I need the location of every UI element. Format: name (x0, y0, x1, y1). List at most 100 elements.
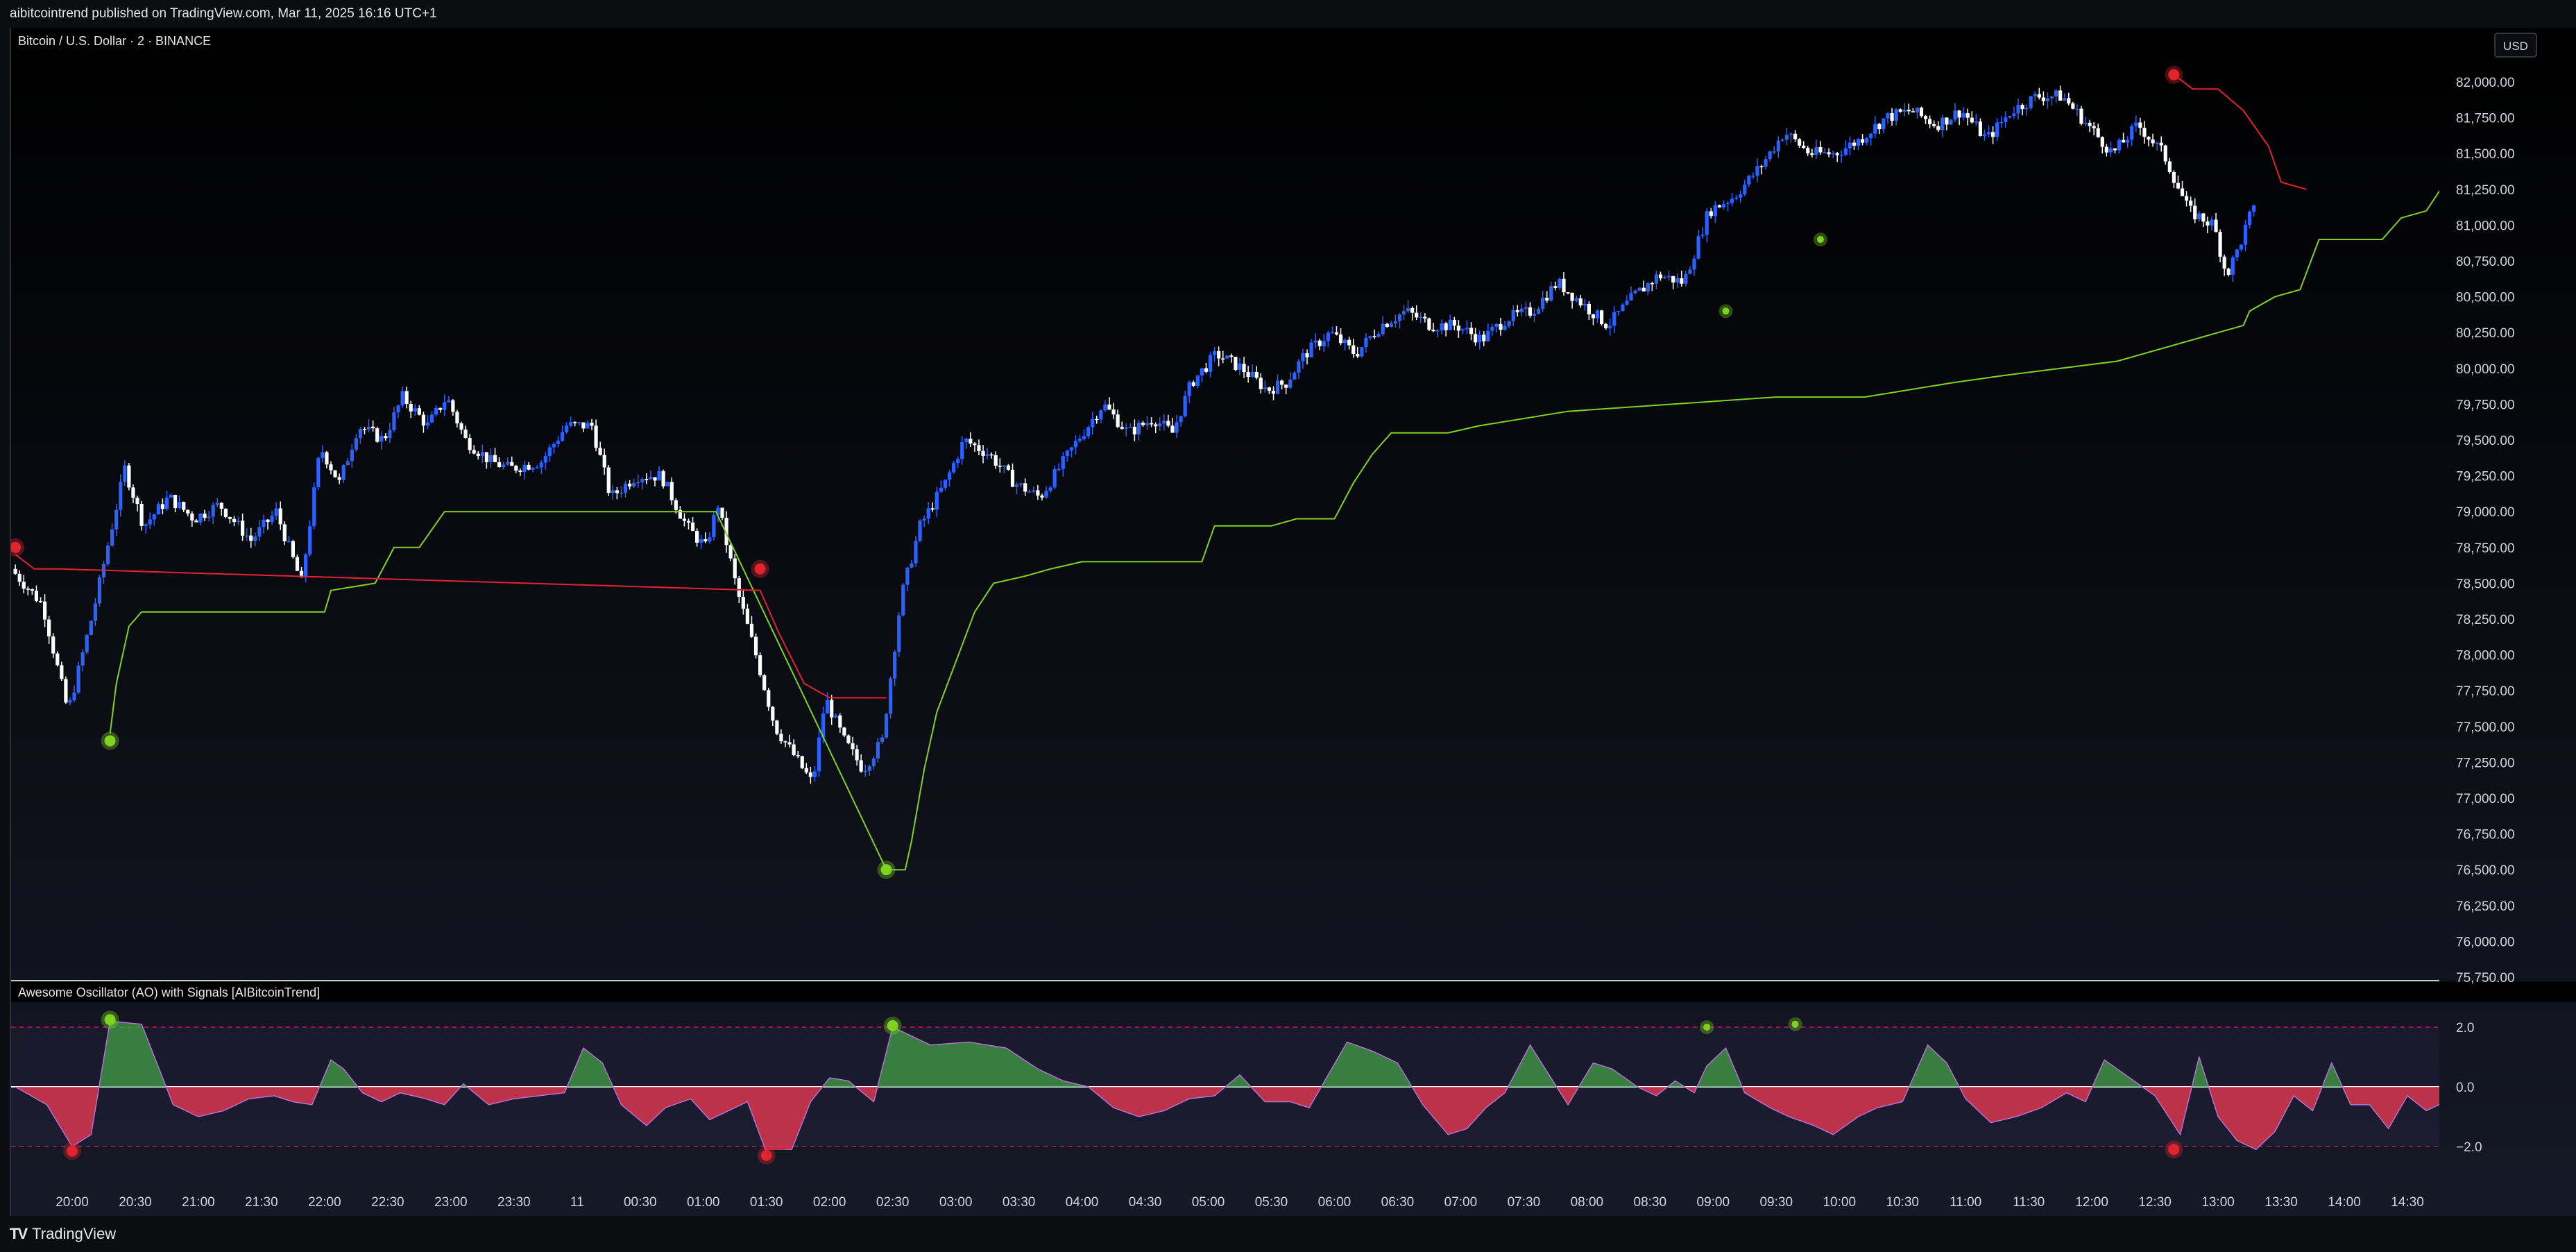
candle-body (388, 430, 392, 439)
candle-body (1263, 387, 1267, 389)
candle-body (926, 508, 930, 519)
candle-body (1044, 491, 1048, 498)
candle-body (1839, 155, 1843, 156)
candle-body (985, 454, 989, 456)
candle-body (1768, 151, 1772, 160)
time-tick-label: 22:00 (308, 1195, 341, 1210)
candle-body (602, 455, 606, 468)
candle-body (556, 441, 561, 444)
candle-body (38, 600, 43, 602)
candle-body (973, 443, 977, 446)
candle-body (2054, 90, 2058, 97)
candle-body (223, 508, 228, 517)
candle-body (1250, 371, 1254, 377)
candle-body (2222, 256, 2226, 269)
candle-body (1793, 133, 1798, 139)
candle-body (1503, 325, 1507, 330)
candle-body (2130, 126, 2134, 140)
candle-body (211, 505, 215, 517)
candle-body (569, 422, 573, 426)
candle-body (737, 578, 741, 597)
candle-body (1662, 277, 1667, 279)
price-tick-label: 75,750.00 (2456, 971, 2515, 985)
price-tick-label: 78,750.00 (2456, 541, 2515, 556)
candle-body (1116, 414, 1120, 428)
candle-body (1759, 166, 1764, 167)
candle-body (236, 521, 241, 523)
candle-body (989, 454, 993, 456)
candle-body (914, 541, 918, 564)
tradingview-logo-icon[interactable]: TV (10, 1225, 28, 1243)
candle-body (598, 448, 602, 455)
currency-button[interactable]: USD (2494, 33, 2537, 58)
candle-body (1057, 468, 1061, 471)
candle-body (506, 462, 510, 465)
candle-body (1301, 353, 1305, 362)
candle-body (611, 490, 615, 493)
candle-body (295, 557, 300, 571)
candle-body (838, 715, 842, 728)
candle-body (1730, 198, 1734, 203)
candle-body (669, 482, 674, 500)
candle-body (1322, 341, 1326, 346)
candle-body (148, 519, 152, 525)
candle-body (1515, 310, 1519, 312)
candle-body (1974, 121, 1978, 123)
tradingview-brand[interactable]: TradingView (32, 1225, 116, 1243)
candle-body (207, 516, 211, 518)
candle-body (876, 742, 880, 759)
candle-body (2067, 98, 2071, 104)
candle-body (577, 422, 581, 424)
candle-body (362, 428, 367, 430)
candle-body (64, 679, 68, 703)
candle-body (1091, 418, 1095, 428)
candle-body (455, 412, 459, 424)
candle-body (1183, 396, 1187, 416)
candle-body (1234, 357, 1238, 370)
time-tick-label: 11 (570, 1195, 584, 1210)
candle-body (594, 425, 598, 448)
candle-body (463, 429, 468, 439)
candle-body (1435, 330, 1440, 332)
candle-body (1469, 328, 1474, 335)
candle-body (1136, 423, 1141, 434)
candle-body (2117, 139, 2122, 151)
price-tick-label: 81,500.00 (2456, 147, 2515, 162)
chart-canvas[interactable]: Bitcoin / U.S. Dollar · 2 · BINANCE Awes… (11, 28, 2576, 1216)
candle-body (695, 531, 699, 543)
candle-body (1608, 325, 1612, 328)
candle-body (47, 619, 51, 637)
time-tick-label: 10:30 (1886, 1195, 1919, 1210)
time-tick-label: 11:30 (2013, 1195, 2045, 1210)
candle-body (1764, 159, 1768, 167)
candle-body (2108, 148, 2113, 153)
candle-body (1162, 421, 1166, 424)
candle-body (270, 516, 274, 523)
candle-body (241, 521, 245, 536)
candle-body (753, 636, 758, 656)
candle-body (1368, 336, 1372, 338)
candle-body (2033, 94, 2037, 96)
chart-frame[interactable]: Bitcoin / U.S. Dollar · 2 · BINANCE Awes… (10, 28, 2576, 1216)
candle-body (42, 601, 47, 620)
candle-body (2218, 232, 2222, 257)
candle-body (745, 609, 750, 624)
candle-body (1621, 304, 1625, 312)
candle-body (2088, 122, 2092, 126)
time-tick-label: 20:00 (56, 1195, 89, 1210)
candle-body (2206, 221, 2210, 226)
candle-body (1213, 351, 1217, 355)
candle-body (1684, 273, 1688, 284)
footer: TV TradingView (0, 1216, 2576, 1252)
candle-body (1650, 283, 1654, 285)
candle-body (2252, 205, 2256, 212)
candle-body (2151, 139, 2155, 144)
candle-body (880, 737, 885, 743)
candle-body (1524, 307, 1528, 309)
candle-body (510, 462, 514, 466)
candle-body (1907, 110, 1911, 112)
candle-body (590, 423, 594, 426)
oscillator-buy-signal (104, 1014, 116, 1026)
candle-body (1002, 465, 1006, 467)
currency-button-label[interactable]: USD (2503, 40, 2528, 53)
